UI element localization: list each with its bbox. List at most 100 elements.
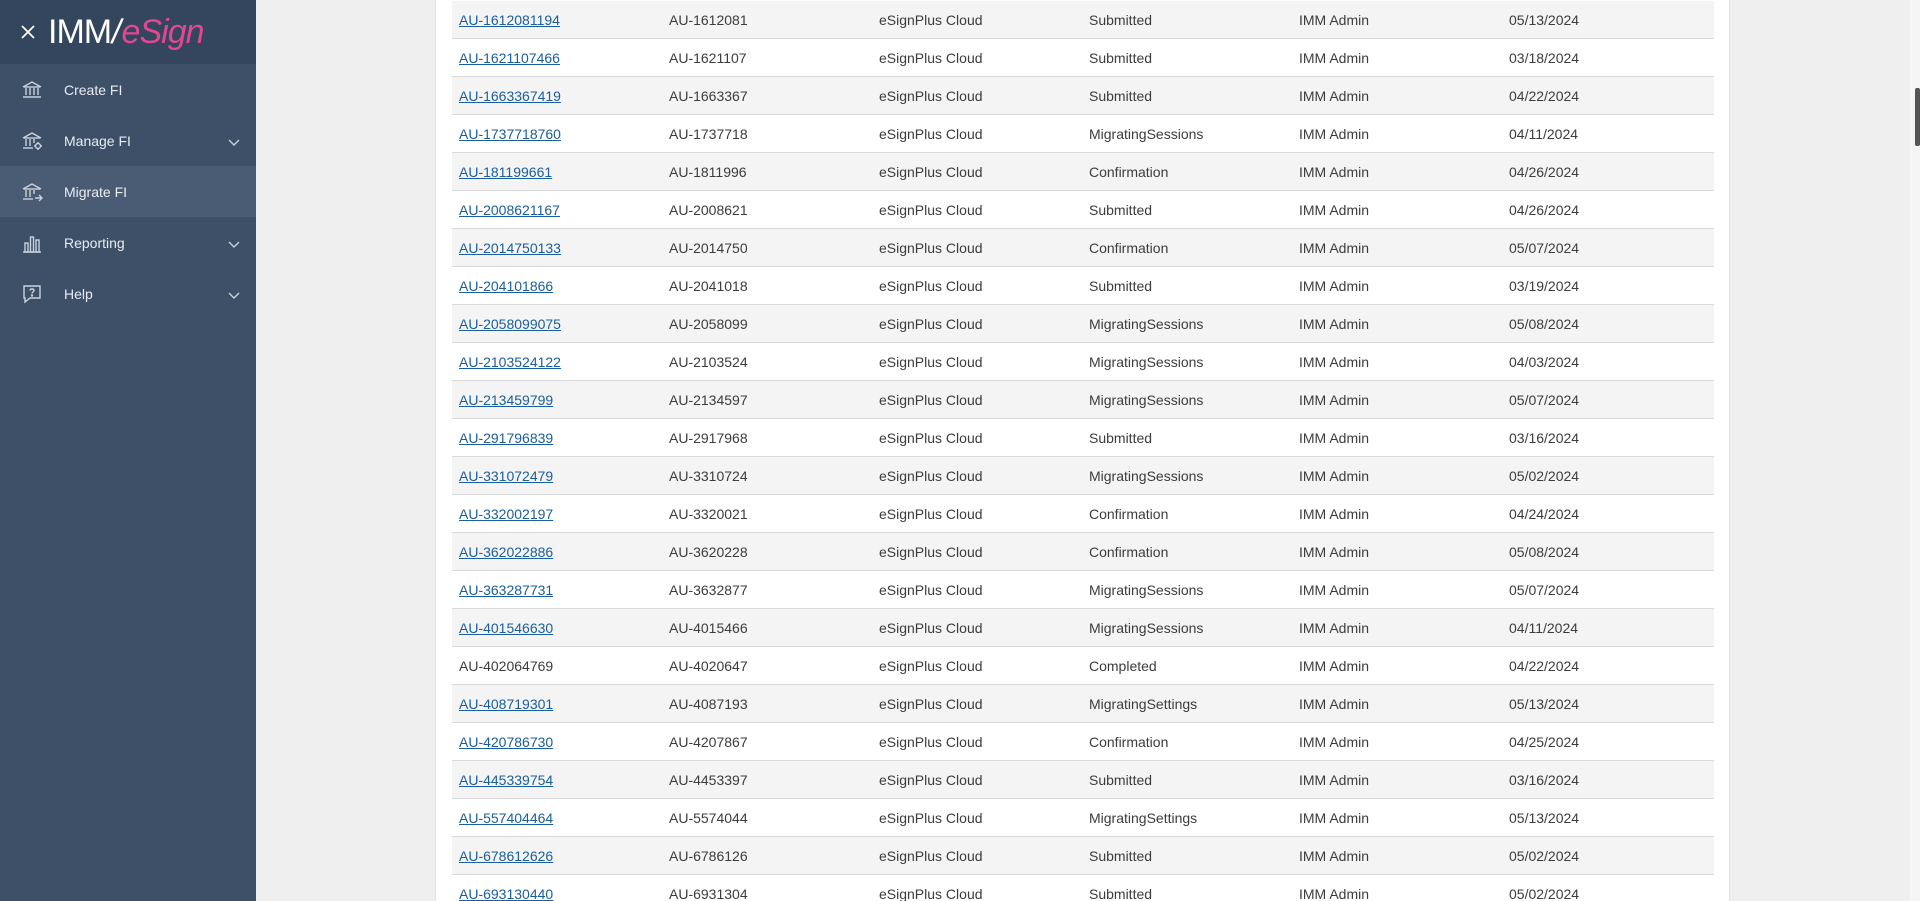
migration-id-link[interactable]: AU-408719301	[459, 696, 553, 712]
sidebar-item-reporting[interactable]: Reporting	[0, 217, 256, 268]
migration-id-link[interactable]: AU-420786730	[459, 734, 553, 750]
cell-user: IMM Admin	[1299, 125, 1370, 142]
sidebar-item-migrate-fi[interactable]: Migrate FI	[0, 166, 256, 217]
migration-id-link[interactable]: AU-445339754	[459, 772, 553, 788]
cell-migration-id: AU-181199661	[452, 164, 662, 180]
cell-user: IMM Admin	[1299, 11, 1370, 28]
bank-icon	[19, 77, 45, 103]
cell-product: eSignPlus Cloud	[879, 847, 983, 864]
sidebar-item-label: Create FI	[64, 81, 123, 98]
cell-date: 03/19/2024	[1509, 277, 1580, 294]
scrollbar[interactable]	[1910, 0, 1920, 901]
cell-user: IMM Admin	[1299, 657, 1370, 674]
cell-migration-id: AU-445339754	[452, 772, 662, 788]
cell-product: eSignPlus Cloud	[879, 695, 983, 712]
cell-user: IMM Admin	[1299, 581, 1370, 598]
sidebar-item-label: Reporting	[64, 234, 125, 251]
cell-product: eSignPlus Cloud	[879, 581, 983, 598]
chevron-down-icon[interactable]	[228, 236, 240, 254]
cell-migration-id: AU-363287731	[452, 582, 662, 598]
sidebar-header: IMM / eSign	[0, 0, 256, 64]
cell-user: IMM Admin	[1299, 543, 1370, 560]
cell-user: IMM Admin	[1299, 505, 1370, 522]
cell-date: 03/18/2024	[1509, 49, 1580, 66]
sidebar: IMM / eSign Create FI Manage FI Migrate FI Re…	[0, 0, 256, 901]
migration-id-link[interactable]: AU-2014750133	[459, 240, 561, 256]
cell-migration-id: AU-557404464	[452, 810, 662, 826]
cell-migration-id: AU-291796839	[452, 430, 662, 446]
sidebar-item-help[interactable]: Help	[0, 268, 256, 319]
cell-date: 04/11/2024	[1509, 619, 1579, 636]
scrollbar-thumb[interactable]	[1915, 88, 1920, 146]
cell-user: IMM Admin	[1299, 733, 1370, 750]
migration-id-link[interactable]: AU-401546630	[459, 620, 553, 636]
cell-fi-id: AU-2058099	[669, 315, 748, 332]
cell-product: eSignPlus Cloud	[879, 429, 983, 446]
migration-id-link[interactable]: AU-363287731	[459, 582, 553, 598]
cell-migration-id: AU-204101866	[452, 278, 662, 294]
cell-status: MigratingSettings	[1089, 809, 1198, 826]
sidebar-item-manage-fi[interactable]: Manage FI	[0, 115, 256, 166]
cell-migration-id: AU-331072479	[452, 468, 662, 484]
bank-gear-icon	[19, 128, 45, 154]
table-row: AU-408719301 AU-4087193 eSignPlus Cloud Mig…	[452, 685, 1714, 723]
chevron-down-icon[interactable]	[228, 287, 240, 305]
migration-id-link[interactable]: AU-362022886	[459, 544, 553, 560]
migration-id-link[interactable]: AU-1737718760	[459, 126, 561, 142]
migration-id-link[interactable]: AU-1663367419	[459, 88, 561, 104]
cell-status: Confirmation	[1089, 505, 1169, 522]
migration-id-link[interactable]: AU-291796839	[459, 430, 553, 446]
logo-text-esign: eSign	[121, 12, 205, 51]
migration-id-link[interactable]: AU-213459799	[459, 392, 553, 408]
sidebar-item-create-fi[interactable]: Create FI	[0, 64, 256, 115]
migration-id-link[interactable]: AU-1612081194	[459, 12, 560, 28]
cell-fi-id: AU-1621107	[669, 49, 747, 66]
migration-id-link[interactable]: AU-693130440	[459, 886, 553, 901]
cell-user: IMM Admin	[1299, 771, 1370, 788]
cell-migration-id: AU-408719301	[452, 696, 662, 712]
cell-date: 04/03/2024	[1509, 353, 1580, 370]
migration-id-link[interactable]: AU-2103524122	[459, 354, 561, 370]
migration-id-link[interactable]: AU-557404464	[459, 810, 553, 826]
close-sidebar-button[interactable]	[18, 22, 38, 42]
migration-id-link[interactable]: AU-204101866	[459, 278, 553, 294]
migration-id-link[interactable]: AU-2008621167	[459, 202, 560, 218]
cell-product: eSignPlus Cloud	[879, 277, 983, 294]
cell-status: Confirmation	[1089, 733, 1169, 750]
table-row: AU-2103524122 AU-2103524 eSignPlus Cloud Mi…	[452, 343, 1714, 381]
cell-product: eSignPlus Cloud	[879, 11, 983, 28]
cell-product: eSignPlus Cloud	[879, 239, 983, 256]
cell-status: MigratingSessions	[1089, 315, 1204, 332]
cell-user: IMM Admin	[1299, 353, 1370, 370]
table-row: AU-401546630 AU-4015466 eSignPlus Cloud Mig…	[452, 609, 1714, 647]
cell-fi-id: AU-5574044	[669, 809, 748, 826]
cell-status: Confirmation	[1089, 163, 1169, 180]
table-row: AU-331072479 AU-3310724 eSignPlus Cloud Mig…	[452, 457, 1714, 495]
migration-id-link[interactable]: AU-181199661	[459, 164, 552, 180]
cell-date: 05/08/2024	[1509, 543, 1580, 560]
cell-date: 04/24/2024	[1509, 505, 1580, 522]
cell-status: Submitted	[1089, 11, 1153, 28]
cell-status: Confirmation	[1089, 239, 1169, 256]
table-row: AU-678612626 AU-6786126 eSignPlus Cloud Sub…	[452, 837, 1714, 875]
cell-date: 04/22/2024	[1509, 657, 1580, 674]
migration-table: AU-1612081194 AU-1612081 eSignPlus Cloud Su…	[452, 1, 1714, 901]
migration-id-link[interactable]: AU-678612626	[459, 848, 553, 864]
cell-migration-id: AU-1612081194	[452, 12, 662, 28]
migration-id-link[interactable]: AU-2058099075	[459, 316, 561, 332]
chevron-down-icon[interactable]	[228, 134, 240, 152]
cell-migration-id: AU-693130440	[452, 886, 662, 901]
cell-date: 05/02/2024	[1509, 847, 1580, 864]
cell-date: 03/16/2024	[1509, 429, 1580, 446]
table-row: AU-1737718760 AU-1737718 eSignPlus Cloud Mi…	[452, 115, 1714, 153]
cell-fi-id: AU-4020647	[669, 657, 748, 674]
cell-status: MigratingSessions	[1089, 467, 1204, 484]
cell-status: Submitted	[1089, 847, 1153, 864]
migration-id-link[interactable]: AU-331072479	[459, 468, 553, 484]
cell-fi-id: AU-6931304	[669, 885, 748, 901]
cell-date: 05/07/2024	[1509, 239, 1580, 256]
cell-product: eSignPlus Cloud	[879, 201, 983, 218]
cell-status: MigratingSessions	[1089, 353, 1204, 370]
migration-id-link[interactable]: AU-1621107466	[459, 50, 560, 66]
migration-id-link[interactable]: AU-332002197	[459, 506, 553, 522]
